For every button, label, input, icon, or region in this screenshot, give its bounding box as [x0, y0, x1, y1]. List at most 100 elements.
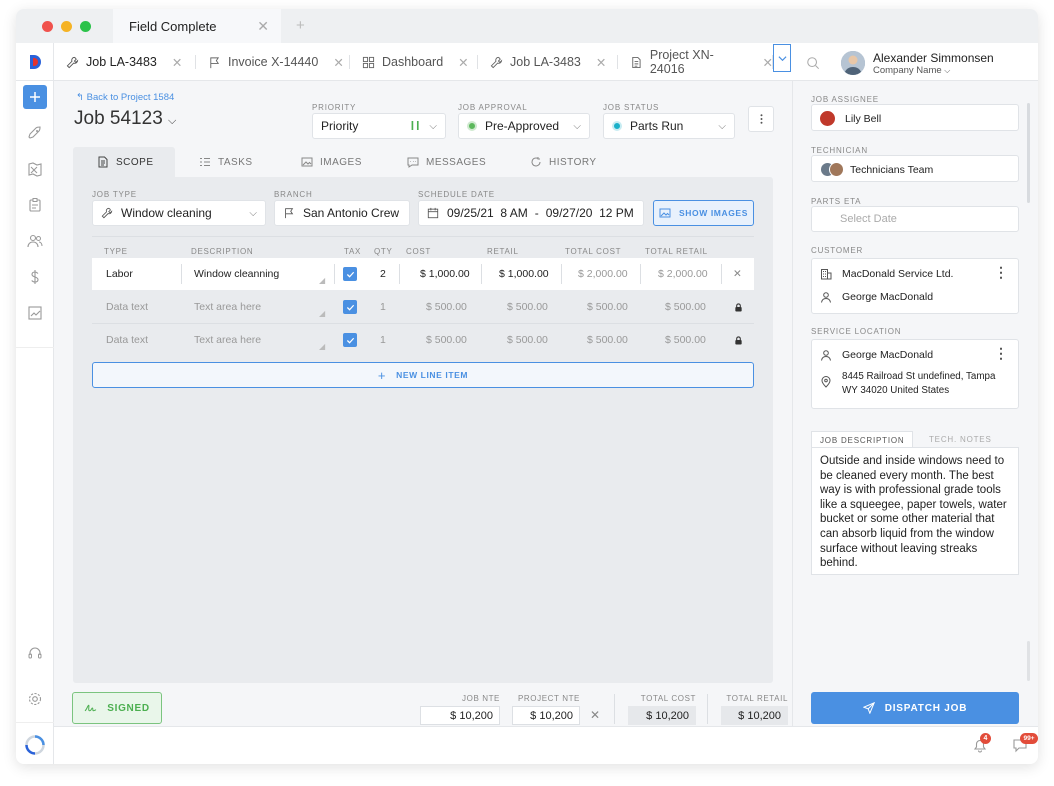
tab-tech-notes[interactable]: TECH. NOTES	[921, 431, 1000, 448]
back-link[interactable]: ↰ Back to Project 1584	[76, 92, 174, 103]
clear-nte-icon[interactable]: ✕	[590, 708, 600, 722]
cell-cost[interactable]: $ 500.00	[426, 291, 467, 323]
tab-job-la-3483-2[interactable]: Job LA-3483 ✕	[478, 43, 618, 81]
close-icon[interactable]: ✕	[458, 55, 468, 70]
add-button[interactable]	[23, 85, 47, 109]
cell-retail[interactable]: $ 1,000.00	[499, 258, 549, 290]
tab-job-description[interactable]: JOB DESCRIPTION	[811, 431, 914, 448]
job-type-select[interactable]: Window cleaning ⌵	[92, 200, 266, 226]
service-location-card[interactable]: George MacDonald 8445 Railroad St undefi…	[811, 339, 1019, 409]
cell-qty[interactable]: 1	[380, 324, 386, 356]
description-textarea[interactable]: Text area here	[194, 324, 261, 356]
status-value: Parts Run	[630, 119, 684, 133]
new-line-item-button[interactable]: + NEW LINE ITEM	[92, 362, 754, 388]
new-tab-button[interactable]: +	[296, 17, 305, 34]
schedule-date-input[interactable]: 09/25/21 8 AM - 09/27/20 12 PM	[418, 200, 644, 226]
cell-retail[interactable]: $ 500.00	[507, 324, 548, 356]
signed-button[interactable]: SIGNED	[72, 692, 162, 724]
approval-select[interactable]: Pre-Approved ⌵	[458, 113, 590, 139]
technician-label: TECHNICIAN	[811, 146, 868, 155]
customer-menu-icon[interactable]: ⋮	[994, 264, 1008, 281]
sidebar-item-dispatch[interactable]	[23, 121, 47, 145]
cell-retail[interactable]: $ 500.00	[507, 291, 548, 323]
close-window-button[interactable]	[42, 21, 53, 32]
flag-icon	[285, 208, 294, 219]
priority-select[interactable]: Priority ll ⌵	[312, 113, 446, 139]
status-select[interactable]: Parts Run ⌵	[603, 113, 735, 139]
dispatch-job-button[interactable]: DISPATCH JOB	[811, 692, 1019, 724]
description-textarea[interactable]: Text area here	[194, 291, 261, 323]
cell-cost[interactable]: $ 1,000.00	[420, 258, 470, 290]
search-button[interactable]	[806, 56, 820, 73]
sidebar-item-customers[interactable]	[23, 229, 47, 253]
job-description-text[interactable]: Outside and inside windows need to be cl…	[811, 447, 1019, 575]
tab-job-la-3483[interactable]: Job LA-3483 ✕	[54, 43, 196, 81]
close-tab-icon[interactable]: ✕	[257, 18, 269, 35]
cell-type[interactable]: Labor	[106, 258, 133, 290]
minimize-window-button[interactable]	[61, 21, 72, 32]
branch-select[interactable]: San Antonio Crew	[274, 200, 410, 226]
sidebar-item-billing[interactable]	[23, 265, 47, 289]
sidebar-item-map[interactable]	[23, 157, 47, 181]
cell-type[interactable]: Data text	[106, 291, 148, 323]
image-icon	[301, 157, 313, 167]
cell-qty[interactable]: 2	[380, 258, 386, 290]
show-images-button[interactable]: SHOW IMAGES	[653, 200, 754, 226]
maximize-window-button[interactable]	[80, 21, 91, 32]
notifications-button[interactable]: 4	[972, 733, 991, 756]
sidebar-item-support[interactable]	[23, 641, 47, 665]
close-icon[interactable]: ✕	[172, 55, 182, 70]
close-icon[interactable]: ✕	[763, 55, 773, 70]
tab-scope[interactable]: SCOPE	[73, 147, 175, 177]
location-menu-icon[interactable]: ⋮	[994, 345, 1008, 362]
tab-tasks[interactable]: TASKS	[199, 147, 253, 177]
parts-eta-date-input[interactable]: Select Date	[811, 206, 1019, 232]
table-row[interactable]: Data text Text area here ◢ 1 $ 500.00 $ …	[92, 324, 754, 356]
logo[interactable]	[16, 43, 54, 81]
project-nte-input[interactable]: $ 10,200	[512, 706, 580, 725]
close-icon[interactable]: ✕	[333, 55, 343, 70]
tax-checkbox[interactable]	[343, 324, 357, 356]
technician-select[interactable]: Technicians Team	[811, 155, 1019, 182]
tabs-overflow-dropdown[interactable]	[773, 44, 791, 72]
table-row[interactable]: Labor Window cleanning ◢ 2 $ 1,000.00 $ …	[92, 258, 754, 290]
chevron-down-icon: ⌵	[718, 120, 726, 132]
messages-button[interactable]: 99+	[1012, 733, 1038, 756]
user-avatar[interactable]	[841, 51, 865, 75]
scrollbar[interactable]	[1027, 641, 1030, 681]
sidebar-status[interactable]	[22, 732, 48, 758]
page-title[interactable]: Job 54123 ⌵	[74, 108, 176, 130]
resize-handle-icon[interactable]: ◢	[319, 330, 325, 362]
wrench-icon	[101, 207, 113, 219]
tax-checkbox[interactable]	[343, 258, 357, 290]
tab-invoice-x-14440[interactable]: Invoice X-14440 ✕	[196, 43, 350, 81]
sidebar-item-jobs[interactable]	[23, 193, 47, 217]
close-icon[interactable]: ✕	[596, 55, 606, 70]
location-address: 8445 Railroad St undefined, Tampa WY 340…	[842, 371, 996, 396]
scrollbar[interactable]	[1027, 103, 1030, 203]
tab-project-xn-24016[interactable]: Project XN-24016 ✕	[618, 43, 773, 81]
cell-cost[interactable]: $ 500.00	[426, 324, 467, 356]
schedule-separator: -	[534, 206, 539, 220]
company-selector[interactable]: Company Name ⌵	[873, 65, 950, 76]
tab-dashboard[interactable]: Dashboard ✕	[350, 43, 478, 81]
browser-tab[interactable]: Field Complete ✕	[113, 9, 281, 43]
user-name[interactable]: Alexander Simmonsen	[873, 51, 994, 65]
tax-checkbox[interactable]	[343, 291, 357, 323]
cell-type[interactable]: Data text	[106, 324, 148, 356]
tab-images[interactable]: IMAGES	[301, 147, 362, 177]
remove-row-icon[interactable]: ✕	[733, 258, 742, 290]
sidebar-item-settings[interactable]	[23, 687, 47, 711]
assignee-select[interactable]: Lily Bell	[811, 104, 1019, 131]
notification-count-badge: 4	[980, 733, 991, 744]
more-options-button[interactable]	[748, 106, 774, 132]
message-icon	[407, 157, 419, 168]
job-nte-input[interactable]: $ 10,200	[420, 706, 500, 725]
description-textarea[interactable]: Window cleanning	[194, 258, 279, 290]
tab-history[interactable]: HISTORY	[530, 147, 597, 177]
table-row[interactable]: Data text Text area here ◢ 1 $ 500.00 $ …	[92, 291, 754, 323]
customer-card[interactable]: MacDonald Service Ltd. George MacDonald …	[811, 258, 1019, 314]
sidebar-item-reports[interactable]	[23, 301, 47, 325]
tab-messages[interactable]: MESSAGES	[407, 147, 486, 177]
cell-qty[interactable]: 1	[380, 291, 386, 323]
